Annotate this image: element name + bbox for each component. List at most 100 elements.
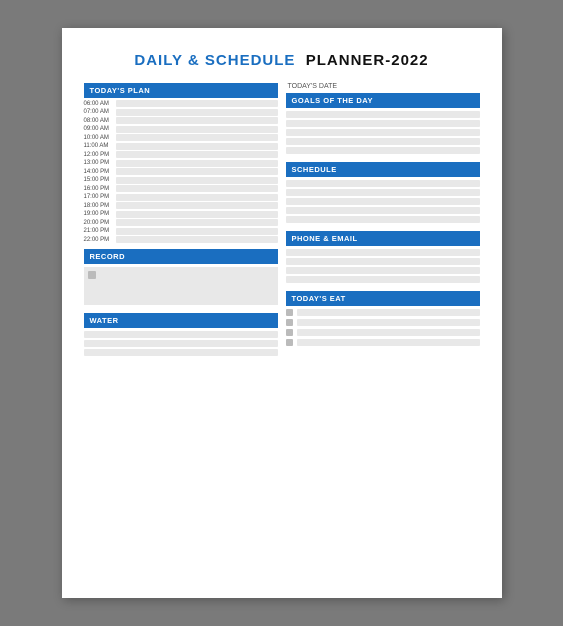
time-label: 21:00 PM <box>84 228 116 234</box>
phone-line <box>286 258 480 265</box>
time-row: 21:00 PM <box>84 228 278 235</box>
time-row: 16:00 PM <box>84 185 278 192</box>
time-entry-line <box>116 168 278 175</box>
time-label: 15:00 PM <box>84 177 116 183</box>
time-row: 11:00 AM <box>84 143 278 150</box>
eat-header: TODAY'S EAT <box>286 291 480 306</box>
phone-lines <box>286 249 480 283</box>
goals-header: GOALS OF THE DAY <box>286 93 480 108</box>
time-entry-line <box>116 177 278 184</box>
eat-row <box>286 309 480 316</box>
water-line <box>84 349 278 356</box>
time-row: 10:00 AM <box>84 134 278 141</box>
main-grid: TODAY'S PLAN 06:00 AM07:00 AM08:00 AM09:… <box>84 83 480 358</box>
time-entry-line <box>116 109 278 116</box>
goals-line <box>286 129 480 136</box>
phone-header: PHONE & EMAIL <box>286 231 480 246</box>
planner-page: DAILY & SCHEDULE PLANNER-2022 TODAY'S PL… <box>62 28 502 598</box>
eat-entry-line <box>297 319 480 326</box>
eat-checkbox-icon <box>286 339 293 346</box>
time-label: 09:00 AM <box>84 126 116 132</box>
time-label: 07:00 AM <box>84 109 116 115</box>
time-label: 13:00 PM <box>84 160 116 166</box>
time-label: 11:00 AM <box>84 143 116 149</box>
phone-line <box>286 249 480 256</box>
schedule-line <box>286 198 480 205</box>
schedule-line <box>286 216 480 223</box>
time-entry-line <box>116 202 278 209</box>
record-section: RECORD <box>84 249 278 305</box>
time-label: 22:00 PM <box>84 237 116 243</box>
time-entry-line <box>116 219 278 226</box>
todays-date-label: TODAY'S DATE <box>286 83 480 90</box>
record-header: RECORD <box>84 249 278 264</box>
record-icon <box>88 271 96 279</box>
eat-checkbox-icon <box>286 319 293 326</box>
time-label: 20:00 PM <box>84 220 116 226</box>
eat-checkbox-icon <box>286 329 293 336</box>
time-entry-line <box>116 143 278 150</box>
schedule-section: SCHEDULE <box>286 162 480 223</box>
eat-section: TODAY'S EAT <box>286 291 480 346</box>
phone-section: PHONE & EMAIL <box>286 231 480 283</box>
water-section: WATER <box>84 313 278 356</box>
goals-line <box>286 138 480 145</box>
eat-rows <box>286 309 480 346</box>
time-entry-line <box>116 194 278 201</box>
time-entry-line <box>116 126 278 133</box>
time-label: 12:00 PM <box>84 152 116 158</box>
phone-line <box>286 276 480 283</box>
time-label: 17:00 PM <box>84 194 116 200</box>
water-header: WATER <box>84 313 278 328</box>
goals-line <box>286 111 480 118</box>
time-row: 07:00 AM <box>84 109 278 116</box>
time-label: 16:00 PM <box>84 186 116 192</box>
goals-section: GOALS OF THE DAY <box>286 93 480 154</box>
time-entry-line <box>116 228 278 235</box>
time-row: 08:00 AM <box>84 117 278 124</box>
time-label: 19:00 PM <box>84 211 116 217</box>
record-box[interactable] <box>84 267 278 305</box>
time-entry-line <box>116 117 278 124</box>
time-row: 17:00 PM <box>84 194 278 201</box>
time-entry-line <box>116 236 278 243</box>
left-column: TODAY'S PLAN 06:00 AM07:00 AM08:00 AM09:… <box>84 83 278 358</box>
eat-row <box>286 319 480 326</box>
schedule-lines <box>286 180 480 223</box>
time-row: 12:00 PM <box>84 151 278 158</box>
time-row: 14:00 PM <box>84 168 278 175</box>
time-row: 20:00 PM <box>84 219 278 226</box>
goals-lines <box>286 111 480 154</box>
time-row: 18:00 PM <box>84 202 278 209</box>
time-entry-line <box>116 185 278 192</box>
phone-line <box>286 267 480 274</box>
time-label: 08:00 AM <box>84 118 116 124</box>
time-entry-line <box>116 100 278 107</box>
time-entry-line <box>116 134 278 141</box>
time-row: 15:00 PM <box>84 177 278 184</box>
right-column: TODAY'S DATE GOALS OF THE DAY SCHEDULE <box>286 83 480 358</box>
time-entry-line <box>116 160 278 167</box>
eat-entry-line <box>297 339 480 346</box>
time-row: 19:00 PM <box>84 211 278 218</box>
time-row: 09:00 AM <box>84 126 278 133</box>
page-title: DAILY & SCHEDULE PLANNER-2022 <box>84 52 480 69</box>
time-label: 10:00 AM <box>84 135 116 141</box>
water-line <box>84 331 278 338</box>
schedule-line <box>286 189 480 196</box>
schedule-line <box>286 180 480 187</box>
time-entry-line <box>116 151 278 158</box>
time-row: 13:00 PM <box>84 160 278 167</box>
time-label: 14:00 PM <box>84 169 116 175</box>
time-label: 18:00 PM <box>84 203 116 209</box>
water-lines <box>84 331 278 356</box>
eat-row <box>286 339 480 346</box>
time-rows: 06:00 AM07:00 AM08:00 AM09:00 AM10:00 AM… <box>84 100 278 243</box>
schedule-header: SCHEDULE <box>286 162 480 177</box>
water-line <box>84 340 278 347</box>
schedule-line <box>286 207 480 214</box>
goals-line <box>286 120 480 127</box>
time-entry-line <box>116 211 278 218</box>
title-part2: PLANNER-2022 <box>306 52 429 69</box>
title-part1: DAILY & SCHEDULE <box>134 52 295 69</box>
